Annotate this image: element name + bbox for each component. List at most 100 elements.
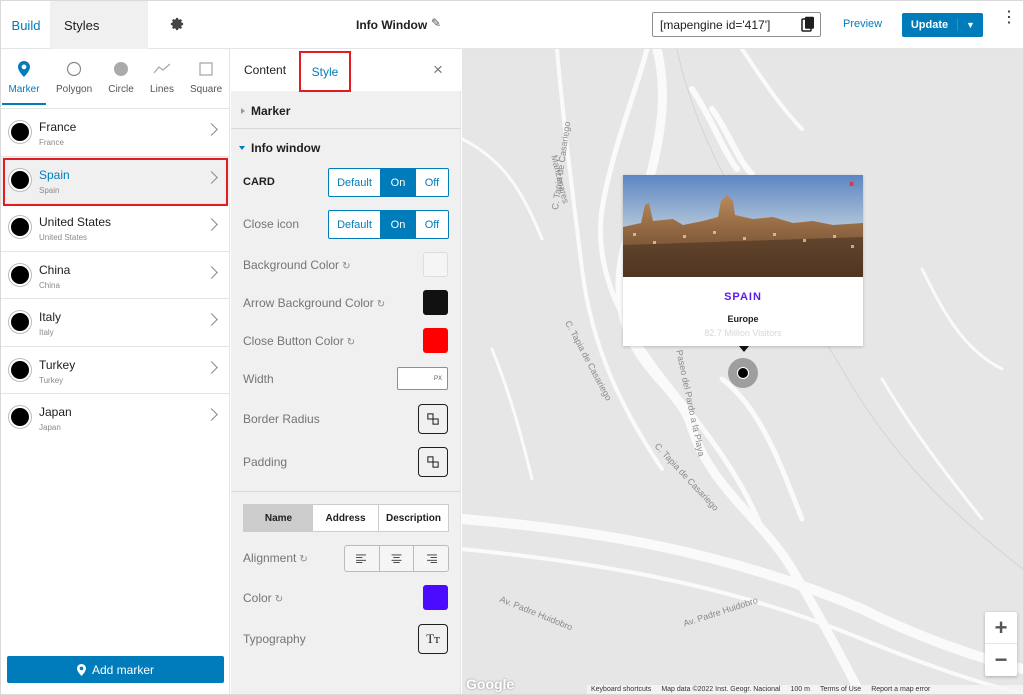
copy-icon[interactable] xyxy=(801,16,815,32)
type-lines[interactable]: Lines xyxy=(149,61,175,95)
more-options-icon[interactable]: ⋮ xyxy=(1001,10,1017,33)
map-marker[interactable] xyxy=(728,358,758,388)
close-icon-on-option[interactable]: On xyxy=(381,211,415,238)
reset-icon[interactable]: ↻ xyxy=(347,337,355,348)
type-polygon-label: Polygon xyxy=(56,84,93,95)
update-button[interactable]: Update ▼ xyxy=(902,13,983,37)
border-radius-link-icon[interactable] xyxy=(418,404,448,434)
arrow-background-color-label: Arrow Background Color ↻ xyxy=(243,296,385,310)
tab-style[interactable]: Style xyxy=(299,51,351,92)
marker-list-panel: Marker Polygon Circle Lines Square Franc… xyxy=(1,49,230,694)
type-square[interactable]: Square xyxy=(190,61,222,95)
marker-row-united-states[interactable]: United States United States xyxy=(1,204,230,252)
map-canvas[interactable]: C. Tapia de Casariego C. Tapia de Casari… xyxy=(462,49,1023,694)
close-icon-off-option[interactable]: Off xyxy=(415,211,448,238)
marker-dot xyxy=(9,358,31,381)
gear-icon[interactable] xyxy=(170,17,184,31)
reset-icon[interactable]: ↻ xyxy=(299,554,307,565)
arrow-background-color-text: Arrow Background Color xyxy=(243,296,374,310)
card-label: CARD xyxy=(243,176,275,188)
keyboard-shortcuts-link[interactable]: Keyboard shortcuts xyxy=(591,686,651,694)
marker-row-italy[interactable]: Italy Italy xyxy=(1,299,230,347)
edit-pencil-icon[interactable]: ✎ xyxy=(431,16,441,30)
close-button-color-swatch[interactable] xyxy=(423,328,448,353)
card-default-option[interactable]: Default xyxy=(329,169,381,196)
type-marker-label: Marker xyxy=(8,84,40,95)
padding-link-icon[interactable] xyxy=(418,447,448,477)
close-icon[interactable]: × xyxy=(433,60,443,80)
reset-icon[interactable]: ↻ xyxy=(377,299,385,310)
info-window-arrow xyxy=(739,346,749,352)
polygon-icon xyxy=(66,61,82,77)
marker-dot xyxy=(9,168,31,191)
card-off-option[interactable]: Off xyxy=(415,169,448,196)
typography-icon[interactable]: Tт xyxy=(418,624,448,654)
marker-subtitle: Japan xyxy=(39,423,61,432)
card-toggle[interactable]: Default On Off xyxy=(328,168,449,197)
close-icon-toggle[interactable]: Default On Off xyxy=(328,210,449,239)
marker-row-turkey[interactable]: Turkey Turkey xyxy=(1,347,230,394)
marker-row-china[interactable]: China China xyxy=(1,252,230,299)
align-center-icon[interactable] xyxy=(380,546,415,571)
shortcode-field[interactable]: [mapengine id='417'] xyxy=(652,12,821,37)
width-input[interactable]: PX xyxy=(397,367,448,390)
type-polygon[interactable]: Polygon xyxy=(56,61,92,95)
marker-subtitle: Italy xyxy=(39,328,54,337)
section-marker-label: Marker xyxy=(251,104,291,118)
caret-down-icon[interactable]: ▼ xyxy=(958,20,983,30)
close-icon-default-option[interactable]: Default xyxy=(329,211,381,238)
update-label: Update xyxy=(902,19,958,31)
add-marker-label: Add marker xyxy=(91,662,155,677)
scale-text: 100 m xyxy=(790,686,810,693)
tab-description[interactable]: Description xyxy=(379,505,448,531)
card-on-option[interactable]: On xyxy=(381,169,415,196)
marker-dot xyxy=(737,367,749,379)
map-pin-icon xyxy=(18,61,30,77)
tab-build[interactable]: Build xyxy=(2,2,50,48)
text-color-swatch[interactable] xyxy=(423,585,448,610)
close-icon[interactable]: × xyxy=(849,179,854,189)
reset-icon[interactable]: ↻ xyxy=(275,594,283,605)
section-marker[interactable]: Marker xyxy=(231,91,461,129)
chevron-right-icon xyxy=(205,408,218,421)
text-element-tabs: Name Address Description xyxy=(243,504,449,532)
report-error-link[interactable]: Report a map error xyxy=(871,686,930,694)
zoom-out-button[interactable]: − xyxy=(985,644,1017,676)
map-data-text: Map data ©2022 Inst. Geogr. Nacional xyxy=(661,686,781,693)
lines-icon xyxy=(153,63,171,74)
card-address: Europe xyxy=(727,314,759,324)
section-info-window-label: Info window xyxy=(251,141,321,155)
marker-row-spain[interactable]: Spain Spain xyxy=(1,156,230,205)
terms-link[interactable]: Terms of Use xyxy=(820,686,861,694)
type-circle[interactable]: Circle xyxy=(107,61,135,95)
marker-name: United States xyxy=(39,215,112,229)
marker-row-japan[interactable]: Japan Japan xyxy=(1,394,230,442)
card-description: 82.7 Million Visitors xyxy=(704,328,782,338)
tab-name[interactable]: Name xyxy=(244,505,313,531)
type-marker[interactable]: Marker xyxy=(2,61,46,105)
preview-button[interactable]: Preview xyxy=(843,18,882,30)
marker-subtitle: Turkey xyxy=(39,375,64,385)
reset-icon[interactable]: ↻ xyxy=(342,261,350,272)
caret-right-icon xyxy=(241,108,245,114)
align-right-icon[interactable] xyxy=(414,546,448,571)
marker-dot xyxy=(9,216,31,238)
marker-subtitle: France xyxy=(39,138,64,147)
tab-address[interactable]: Address xyxy=(313,505,379,531)
background-color-swatch[interactable] xyxy=(423,252,448,277)
arrow-background-color-swatch[interactable] xyxy=(423,290,448,315)
chevron-right-icon xyxy=(205,313,218,326)
style-settings-panel: Content Style × Marker Info window CARD … xyxy=(231,49,461,694)
app-window: Build Styles Info Window ✎ [mapengine id… xyxy=(0,0,1024,695)
tab-styles[interactable]: Styles xyxy=(64,18,99,33)
map-attribution: Keyboard shortcuts Map data ©2022 Inst. … xyxy=(587,685,1023,694)
zoom-in-button[interactable]: + xyxy=(985,612,1017,644)
marker-row-france[interactable]: France France xyxy=(1,109,230,157)
add-marker-button[interactable]: Add marker xyxy=(7,656,224,683)
align-left-icon[interactable] xyxy=(345,546,380,571)
width-unit: PX xyxy=(433,376,442,382)
circle-icon xyxy=(114,62,128,76)
marker-name: Turkey xyxy=(39,357,76,372)
info-window-card[interactable]: × SPAIN Europe 82.7 Million Visitors xyxy=(623,175,863,346)
tab-content[interactable]: Content xyxy=(244,63,286,77)
